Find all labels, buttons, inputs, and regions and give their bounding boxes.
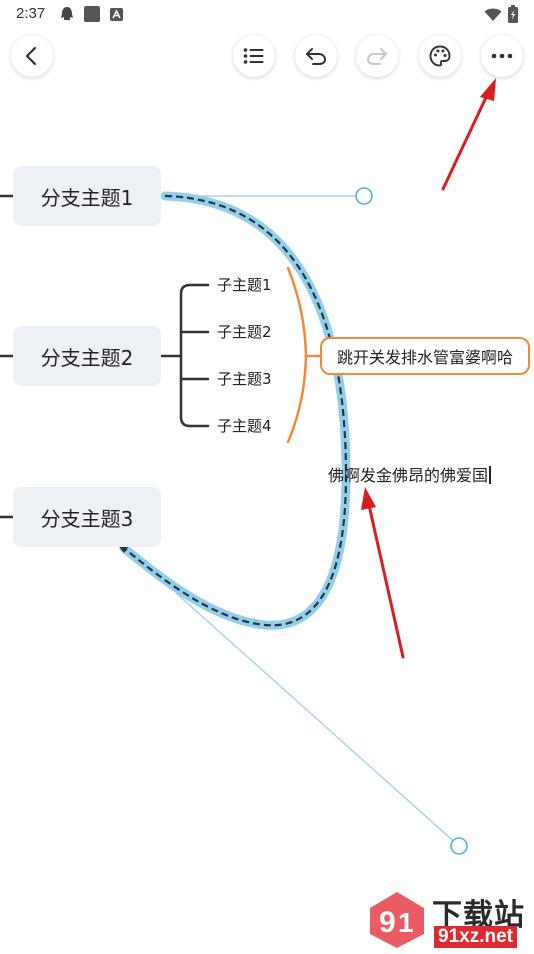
annotation-arrowhead-2 — [361, 487, 376, 510]
branch-topic-2[interactable]: 分支主题2 — [13, 326, 161, 386]
relationship-label-text: 佛啊发金佛昂的佛爱国 — [328, 466, 489, 485]
control-handle-1 — [355, 187, 373, 205]
relationship-curve — [123, 194, 348, 627]
branch-topic-label: 分支主题1 — [40, 185, 134, 210]
subtopic-1[interactable]: 子主题1 — [217, 275, 272, 295]
relationship-control-line-2 — [175, 592, 460, 847]
relationship-label-input[interactable]: 佛啊发金佛昂的佛爱国 — [328, 465, 491, 487]
watermark-emblem-icon: 9 1 — [370, 892, 424, 948]
branch-topic-1[interactable]: 分支主题1 — [13, 166, 161, 226]
annotation-arrow-1 — [441, 89, 491, 191]
watermark-logo: 9 1 下载站 91xz.net — [362, 888, 534, 950]
branch-topic-label: 分支主题3 — [40, 506, 134, 531]
watermark-text-en: 91xz.net — [434, 926, 517, 948]
summary-topic[interactable]: 跳开关发排水管富婆啊哈 — [320, 337, 530, 375]
control-handle-2 — [450, 837, 468, 855]
annotation-arrow-2 — [367, 503, 405, 659]
subtopic-4[interactable]: 子主题4 — [217, 416, 272, 436]
summary-label: 跳开关发排水管富婆啊哈 — [336, 348, 513, 367]
branch-topic-label: 分支主题2 — [40, 345, 134, 370]
subtopic-bracket — [159, 283, 210, 428]
relationship-highlight — [119, 191, 351, 630]
annotation-arrowhead-1 — [480, 78, 496, 101]
branch-topic-3[interactable]: 分支主题3 — [13, 487, 161, 547]
text-caret — [489, 466, 491, 484]
svg-text:9: 9 — [379, 906, 396, 939]
subtopic-2[interactable]: 子主题2 — [217, 322, 272, 342]
subtopic-3[interactable]: 子主题3 — [217, 369, 272, 389]
svg-text:1: 1 — [398, 907, 414, 938]
